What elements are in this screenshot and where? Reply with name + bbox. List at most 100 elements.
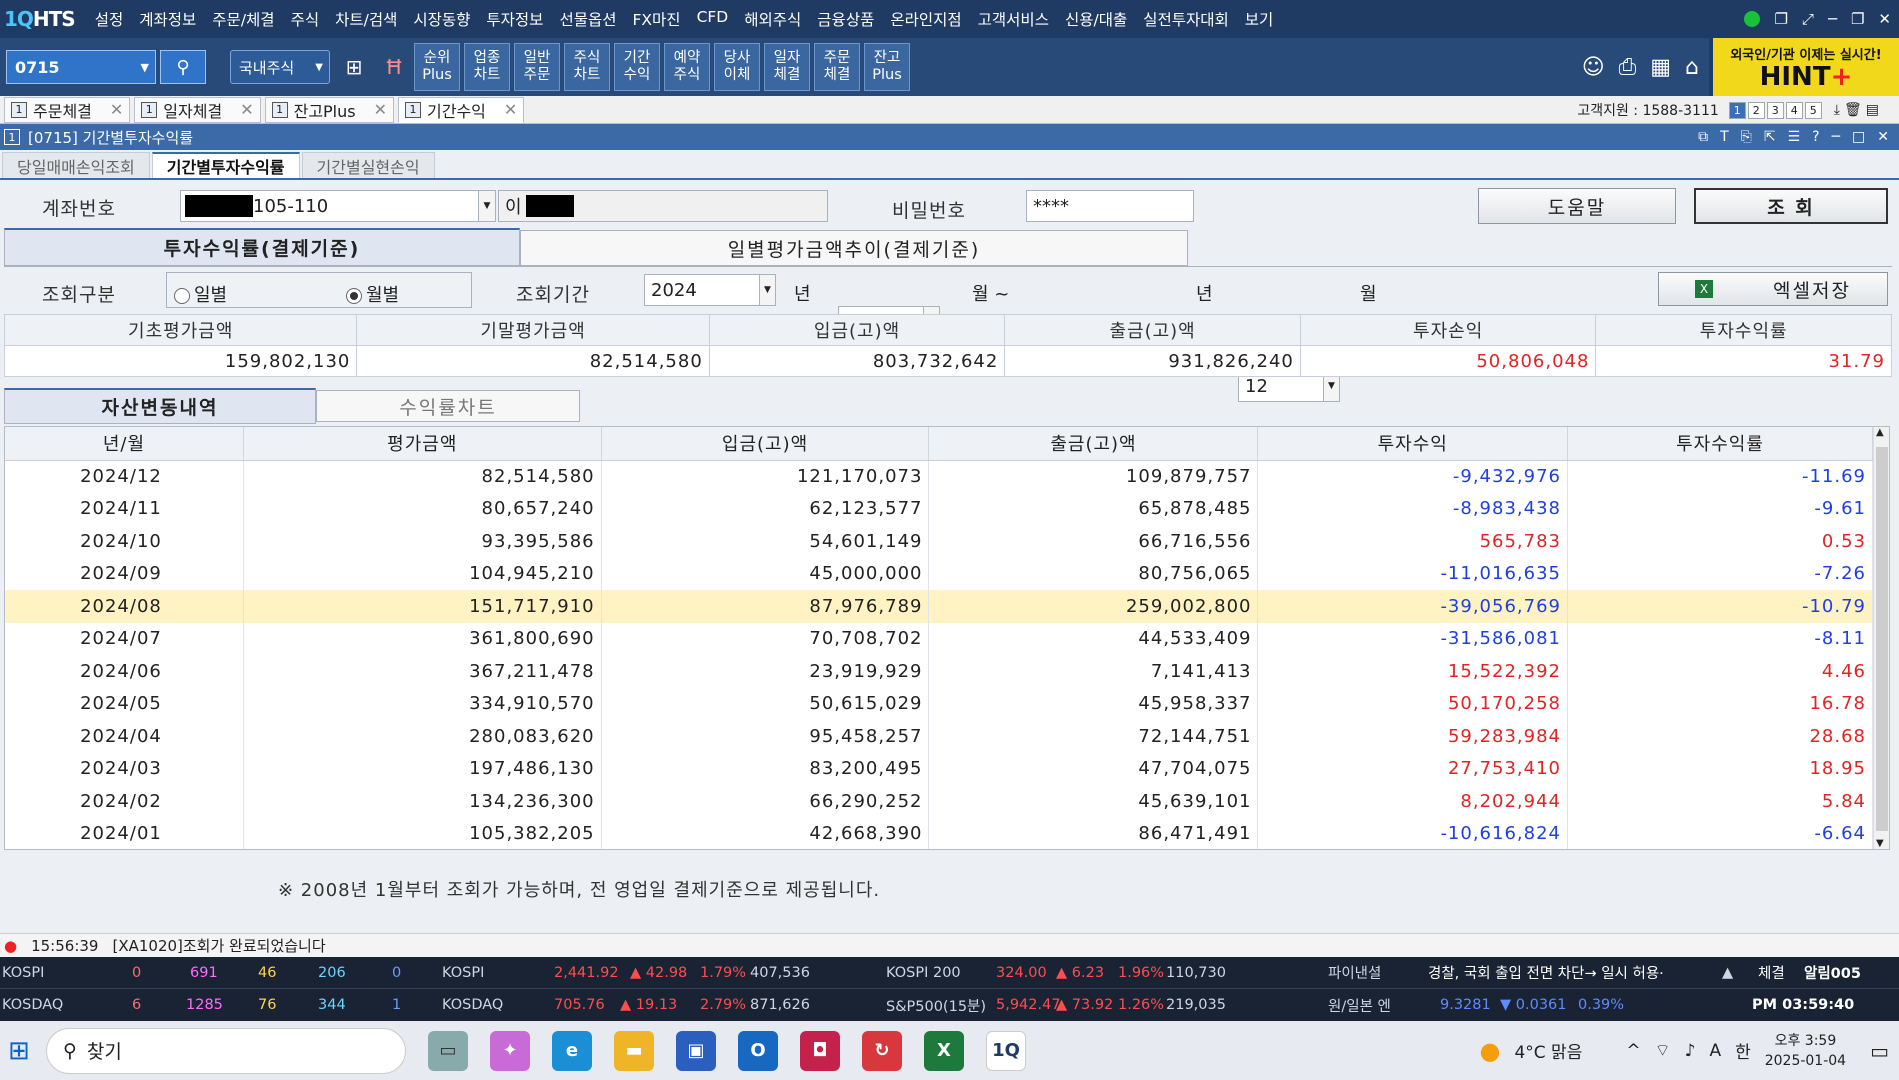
menu-item[interactable]: 온라인지점: [882, 8, 969, 30]
vertical-scrollbar[interactable]: ▲ ▼: [1873, 427, 1889, 849]
copy-icon[interactable]: ⎘: [1741, 129, 1752, 145]
menu-item[interactable]: 투자정보: [478, 8, 551, 30]
windows-start-icon[interactable]: ⊞: [8, 1036, 30, 1066]
menu-item[interactable]: 주문/체결: [204, 8, 282, 30]
search-button[interactable]: ⚲: [160, 50, 206, 84]
hts-app-icon[interactable]: 1Q: [986, 1030, 1026, 1071]
table-row[interactable]: 2024/05 334,910,570 50,615,029 45,958,337 50…: [5, 687, 1873, 720]
toolbar-quick-button[interactable]: 예약 주식: [664, 43, 710, 91]
menu-item[interactable]: 실전투자대회: [1135, 8, 1237, 30]
store-icon[interactable]: ▣: [676, 1030, 716, 1071]
copilot-icon[interactable]: ✦: [490, 1030, 530, 1071]
menu-item[interactable]: 신용/대출: [1057, 8, 1135, 30]
subtab[interactable]: 기간별실현손익: [301, 152, 435, 178]
from-year-select[interactable]: 2024 ▼: [644, 274, 776, 306]
excel-save-button[interactable]: X 엑셀저장: [1658, 272, 1888, 306]
chevron-down-icon[interactable]: ▼: [141, 61, 149, 74]
screen-code-input[interactable]: 0715 ▼: [6, 50, 156, 84]
toolbar-quick-button[interactable]: 순위 Plus: [414, 43, 460, 91]
ime-indicator[interactable]: 한: [1735, 1038, 1751, 1063]
menu-item[interactable]: 차트/검색: [327, 8, 405, 30]
menu-item[interactable]: 금융상품: [809, 8, 882, 30]
table-row[interactable]: 2024/04 280,083,620 95,458,257 72,144,751 59…: [5, 720, 1873, 753]
menu-item[interactable]: 해외주식: [736, 8, 809, 30]
table-row[interactable]: 2024/02 134,236,300 66,290,252 45,639,101 8,…: [5, 785, 1873, 818]
home-icon[interactable]: ⌂: [1685, 55, 1699, 80]
trash-icon[interactable]: 🗑: [1844, 102, 1862, 118]
toolbar-quick-button[interactable]: 주식 차트: [564, 43, 610, 91]
toolbar-quick-button[interactable]: 업종 차트: [464, 43, 510, 91]
menu-item[interactable]: 설정: [87, 8, 132, 30]
table-row[interactable]: 2024/03 197,486,130 83,200,495 47,704,075 27…: [5, 752, 1873, 785]
task-view-icon[interactable]: ▭: [428, 1030, 468, 1071]
close-button[interactable]: ✕: [1878, 10, 1891, 28]
close-button[interactable]: ✕: [1877, 129, 1889, 145]
calculator-icon[interactable]: ▦: [1650, 55, 1671, 80]
close-icon[interactable]: ✕: [240, 100, 253, 119]
close-icon[interactable]: ✕: [504, 100, 517, 119]
network-icon[interactable]: ⌔: [1655, 1040, 1671, 1061]
radio-daily[interactable]: 일별: [174, 281, 227, 307]
toolbar-quick-button[interactable]: 기간 수익: [614, 43, 660, 91]
order-notice[interactable]: 체결: [1758, 962, 1785, 983]
subtab[interactable]: 당일매매손익조회: [2, 152, 150, 178]
toolbar-quick-button[interactable]: 잔고 Plus: [864, 43, 910, 91]
menu-item[interactable]: 고객서비스: [970, 8, 1057, 30]
volume-icon[interactable]: ♪: [1685, 1041, 1696, 1061]
system-clock[interactable]: 오후 3:59 2025-01-04: [1765, 1031, 1846, 1071]
table-row[interactable]: 2024/12 82,514,580 121,170,073 109,879,757-…: [5, 460, 1873, 493]
query-button[interactable]: 조 회: [1694, 188, 1888, 224]
menu-item[interactable]: FX마진: [625, 8, 689, 30]
menu-item[interactable]: 보기: [1237, 8, 1282, 30]
close-icon[interactable]: ✕: [110, 100, 123, 119]
table-row[interactable]: 2024/08 151,717,910 87,976,789 259,002,800-…: [5, 590, 1873, 623]
ticker-name[interactable]: KOSDAQ: [442, 997, 503, 1013]
screen-page-button[interactable]: 3: [1766, 101, 1784, 119]
news-up-icon[interactable]: ▲: [1722, 965, 1733, 981]
market-select[interactable]: 국내주식 ▼: [230, 50, 330, 84]
font-icon[interactable]: A: [1709, 1041, 1721, 1061]
radio-monthly[interactable]: 월별: [346, 281, 399, 307]
menu-item[interactable]: 주식: [283, 8, 328, 30]
ticker-name[interactable]: S&P500(15분): [886, 995, 986, 1016]
menu-item[interactable]: 계좌정보: [131, 8, 204, 30]
toolbar-quick-button[interactable]: 일자 체결: [764, 43, 810, 91]
ticker-name[interactable]: KOSPI: [442, 965, 484, 981]
table-row[interactable]: 2024/06 367,211,478 23,919,929 7,141,413 15,…: [5, 655, 1873, 688]
help-icon[interactable]: ?: [1812, 129, 1819, 145]
maximize-button[interactable]: □: [1852, 129, 1865, 145]
table-row[interactable]: 2024/01 105,382,205 42,668,390 86,471,491 -1…: [5, 817, 1873, 849]
restore-icon[interactable]: ❐: [1774, 10, 1787, 28]
list-icon[interactable]: ☰: [1788, 129, 1801, 145]
minimize-button[interactable]: ─: [1828, 10, 1837, 28]
subtab[interactable]: 기간별투자수익률: [151, 152, 300, 178]
popout-icon[interactable]: ⇱: [1764, 129, 1776, 145]
table-row[interactable]: 2024/07 361,800,690 70,708,702 44,533,409 -3…: [5, 622, 1873, 655]
scrollbar-thumb[interactable]: [1876, 447, 1888, 831]
doc-tab[interactable]: 1 주문체결 ✕: [4, 96, 131, 123]
file-explorer-icon[interactable]: ▬: [614, 1030, 654, 1071]
edge-icon[interactable]: e: [552, 1030, 592, 1071]
help-button[interactable]: 도움말: [1478, 188, 1676, 224]
notification-icon[interactable]: ▭: [1870, 1039, 1889, 1063]
sync-icon[interactable]: ↻: [862, 1030, 902, 1071]
download-icon[interactable]: ⤓: [1834, 102, 1840, 118]
excel-icon[interactable]: X: [924, 1030, 964, 1071]
ticker-name[interactable]: KOSPI 200: [886, 965, 961, 981]
tab-daily-valuation[interactable]: 일별평가금액추이(결제기준): [520, 230, 1188, 266]
tab-asset-changes[interactable]: 자산변동내역: [4, 388, 316, 424]
menu-item[interactable]: 선물옵션: [551, 8, 624, 30]
table-row[interactable]: 2024/10 93,395,586 54,601,149 66,716,556 565…: [5, 525, 1873, 558]
toolbar-quick-button[interactable]: 일반 주문: [514, 43, 560, 91]
print-icon[interactable]: ⎙: [1619, 55, 1637, 80]
scroll-up-icon[interactable]: ▲: [1876, 427, 1884, 438]
doc-tab[interactable]: 1 기간수익 ✕: [398, 96, 525, 123]
weather-text[interactable]: 4°C 맑음: [1514, 1038, 1582, 1063]
close-icon[interactable]: ✕: [374, 100, 387, 119]
expand-icon[interactable]: ⤢: [1802, 10, 1814, 28]
hint-banner[interactable]: 외국인/기관 이제는 실시간! HINT+: [1709, 38, 1899, 96]
maximize-button[interactable]: ❐: [1851, 10, 1864, 28]
app-icon[interactable]: ◘: [800, 1030, 840, 1071]
password-field[interactable]: ****: [1026, 190, 1194, 222]
robot-icon[interactable]: ☺: [1582, 55, 1605, 80]
